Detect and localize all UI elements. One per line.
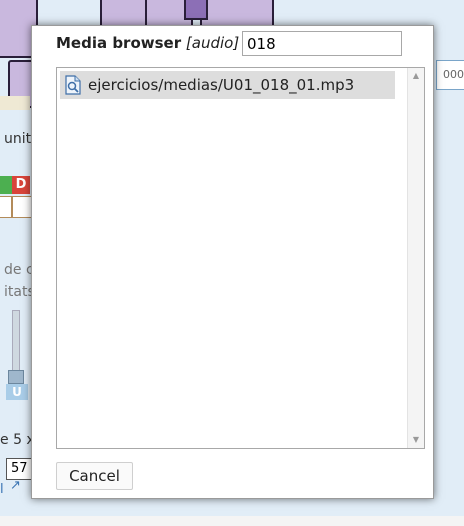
illustration-ground [0, 96, 30, 110]
red-badge-letter: D [15, 177, 27, 192]
illustration-cube [184, 0, 208, 20]
formula-fragment: e 5 x [0, 432, 35, 448]
green-badge [0, 176, 12, 194]
file-list[interactable]: ejercicios/medias/U01_018_01.mp3 ▲ ▼ [56, 67, 425, 449]
vertical-slider-handle[interactable] [8, 370, 24, 384]
file-list-item[interactable]: ejercicios/medias/U01_018_01.mp3 [60, 71, 395, 99]
red-badge: D [12, 176, 30, 194]
scroll-down-icon[interactable]: ▼ [408, 432, 424, 448]
cancel-button[interactable]: Cancel [56, 462, 133, 490]
right-value-box: 000 [436, 60, 464, 90]
slider-badge: U [6, 384, 28, 400]
audio-file-icon [65, 75, 81, 95]
page-footer [0, 516, 464, 526]
number-field-value: 57 [11, 461, 28, 476]
file-list-content: ejercicios/medias/U01_018_01.mp3 [57, 68, 407, 448]
dialog-title: Media browser [audio] [56, 34, 239, 52]
table-cell [0, 196, 12, 218]
dialog-media-type: [audio] [185, 34, 240, 52]
scroll-up-icon[interactable]: ▲ [408, 68, 424, 84]
slider-badge-letter: U [12, 385, 22, 399]
text-fragment: de c [4, 262, 34, 278]
right-value-text: 000 [443, 68, 464, 81]
vertical-scrollbar[interactable]: ▲ ▼ [407, 68, 424, 448]
filter-input[interactable] [242, 31, 402, 56]
dialog-title-text: Media browser [56, 34, 182, 52]
file-name: ejercicios/medias/U01_018_01.mp3 [88, 76, 355, 94]
link-fragment[interactable]: l [0, 482, 4, 497]
media-browser-dialog: Media browser [audio] ejercicios/medias/… [31, 25, 434, 499]
caption-fragment: unit [4, 131, 32, 147]
arrow-icon: ↗ [10, 478, 21, 493]
